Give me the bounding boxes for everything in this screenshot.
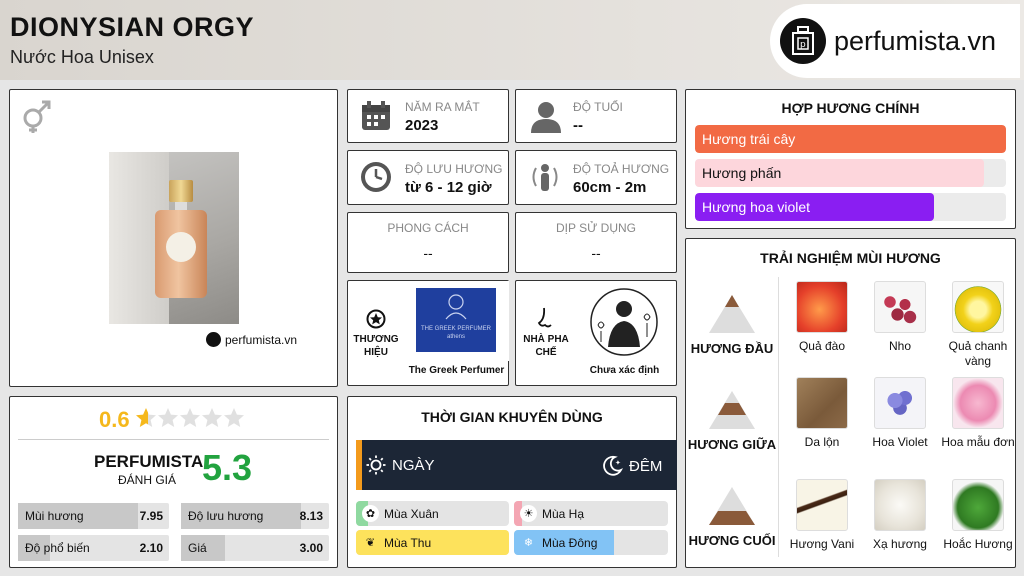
age-label: ĐỘ TUỔI xyxy=(573,100,623,114)
product-panel: perfumista.vn xyxy=(9,89,338,387)
sun-small-icon: ☀ xyxy=(520,505,537,522)
rating-star-icon xyxy=(136,408,156,427)
svg-text:p: p xyxy=(800,40,806,50)
night-label: ĐÊM xyxy=(629,457,663,475)
watermark: perfumista.vn xyxy=(206,332,297,347)
perfumer-portrait xyxy=(586,287,662,357)
usage-panel: THỜI GIAN KHUYÊN DÙNG NGÀY ✦ ĐÊM ✿ Mùa Xu… xyxy=(347,396,677,568)
perfumer-name: Chưa xác định xyxy=(589,365,660,376)
accord-bar: Hương trái cây xyxy=(695,125,1006,153)
user-rating-score: 0.6 xyxy=(99,407,130,432)
perfumista-sublabel: ĐÁNH GIÁ xyxy=(118,473,177,487)
longevity-label: ĐỘ LƯU HƯƠNG xyxy=(405,162,503,176)
unisex-gender-icon xyxy=(18,98,54,139)
perfumista-label: PERFUMISTA xyxy=(94,452,204,471)
age-card: ĐỘ TUỔI -- xyxy=(515,89,677,143)
day-night-bar: NGÀY ✦ ĐÊM xyxy=(356,440,677,490)
longevity-value: từ 6 - 12 giờ xyxy=(405,179,492,196)
rating-panel: 0.6 PERFUMISTA ĐÁNH GIÁ 5.3 Mùi hương 7.9… xyxy=(9,396,338,568)
snowflake-icon: ❄ xyxy=(523,537,534,549)
rating-star-icon xyxy=(224,408,244,427)
perfume-title: DIONYSIAN ORGY xyxy=(10,12,255,42)
rating-star-icon xyxy=(180,408,200,427)
clock-icon xyxy=(360,161,392,198)
note-lemon[interactable]: Quả chanh vàng xyxy=(940,281,1016,369)
accords-title: HỢP HƯƠNG CHÍNH xyxy=(781,100,920,116)
sillage-card: ĐỘ TOẢ HƯƠNG 60cm - 2m xyxy=(515,150,677,205)
note-grape[interactable]: Nho xyxy=(862,281,938,354)
day-fill xyxy=(356,440,363,490)
pyramid-base-icon xyxy=(709,487,755,525)
rating-star-icon xyxy=(158,408,178,427)
svg-text:✦: ✦ xyxy=(615,459,621,467)
leaf-icon: ❦ xyxy=(365,537,376,549)
style-label: PHONG CÁCH xyxy=(387,221,469,235)
sillage-label: ĐỘ TOẢ HƯƠNG xyxy=(573,162,670,176)
pyramid-title: TRẢI NGHIỆM MÙI HƯƠNG xyxy=(760,250,941,266)
season-winter: ❄ Mùa Đông xyxy=(514,530,668,555)
style-value: -- xyxy=(423,245,433,261)
age-value: -- xyxy=(573,117,583,134)
style-card: PHONG CÁCH -- xyxy=(347,212,509,273)
brand-logo: THE GREEK PERFUMER athens xyxy=(404,281,509,361)
product-photo xyxy=(109,152,239,324)
season-spring: ✿ Mùa Xuân xyxy=(356,501,509,526)
stat-longevity: Độ lưu hương 8.13 xyxy=(181,503,329,529)
sillage-value: 60cm - 2m xyxy=(573,179,647,196)
stat-scent: Mùi hương 7.95 xyxy=(18,503,169,529)
stat-price: Giá 3.00 xyxy=(181,535,329,561)
perfume-bottle-icon: p xyxy=(780,18,826,64)
occasion-label: DỊP SỬ DỤNG xyxy=(555,221,637,235)
sillage-icon xyxy=(528,160,562,199)
note-peony[interactable]: Hoa mẫu đơn xyxy=(940,377,1016,450)
rating-star-icon xyxy=(202,408,222,427)
note-musk[interactable]: Xạ hương xyxy=(862,479,938,552)
star-rating xyxy=(135,407,245,429)
accords-panel: HỢP HƯƠNG CHÍNH Hương trái cây Hương phấ… xyxy=(685,89,1016,229)
season-summer: ☀ Mùa Hạ xyxy=(514,501,668,526)
season-autumn: ❦ Mùa Thu xyxy=(356,530,509,555)
calendar-icon xyxy=(360,100,392,132)
moon-icon: ✦ xyxy=(603,455,623,476)
longevity-card: ĐỘ LƯU HƯƠNG từ 6 - 12 giờ xyxy=(347,150,509,205)
note-vanilla[interactable]: Hương Vani xyxy=(784,479,860,552)
occasion-card: DỊP SỬ DỤNG -- xyxy=(515,212,677,273)
nose-icon xyxy=(536,307,554,334)
brand-label: THƯƠNG HIỆU xyxy=(353,334,399,358)
flower-icon: ✿ xyxy=(362,505,379,522)
site-logo[interactable]: p perfumista.vn xyxy=(770,4,1020,78)
perfume-subtitle: Nước Hoa Unisex xyxy=(10,47,154,67)
occasion-value: -- xyxy=(591,245,601,261)
brand-card[interactable]: THƯƠNG HIỆU THE GREEK PERFUMER athens Th… xyxy=(347,280,509,386)
top-notes-tier: HƯƠNG ĐẦU xyxy=(686,293,778,363)
brand-name[interactable]: The Greek Perfumer xyxy=(404,365,509,376)
usage-title: THỜI GIAN KHUYÊN DÙNG xyxy=(421,409,603,425)
note-violet[interactable]: Hoa Violet xyxy=(862,377,938,450)
perfumer-card[interactable]: NHÀ PHA CHẾ Chưa xác định xyxy=(515,280,677,386)
note-peach[interactable]: Quả đào xyxy=(784,281,860,354)
note-patchouli[interactable]: Hoắc Hương xyxy=(940,479,1016,552)
star-badge-icon xyxy=(366,309,386,334)
release-label: NĂM RA MẮT xyxy=(405,100,480,114)
release-card: NĂM RA MẮT 2023 xyxy=(347,89,509,143)
accord-bar: Hương hoa violet xyxy=(695,193,1006,221)
accord-bar: Hương phấn xyxy=(695,159,1006,187)
base-notes-tier: HƯƠNG CUỐI xyxy=(686,485,778,555)
pyramid-top-icon xyxy=(709,295,755,333)
release-value: 2023 xyxy=(405,117,439,134)
pyramid-middle-icon xyxy=(709,391,755,429)
perfumer-label: NHÀ PHA CHẾ xyxy=(523,334,569,358)
stat-popularity: Độ phổ biến 2.10 xyxy=(18,535,169,561)
heart-notes-tier: HƯƠNG GIỮA xyxy=(686,389,778,459)
sun-icon xyxy=(366,455,386,475)
person-icon xyxy=(530,99,562,138)
day-label: NGÀY xyxy=(392,456,435,474)
logo-text: perfumista.vn xyxy=(834,25,997,56)
pyramid-panel: TRẢI NGHIỆM MÙI HƯƠNG HƯƠNG ĐẦU HƯƠNG GI… xyxy=(685,238,1016,568)
note-suede[interactable]: Da lộn xyxy=(784,377,860,450)
perfumista-score: 5.3 xyxy=(202,447,253,488)
